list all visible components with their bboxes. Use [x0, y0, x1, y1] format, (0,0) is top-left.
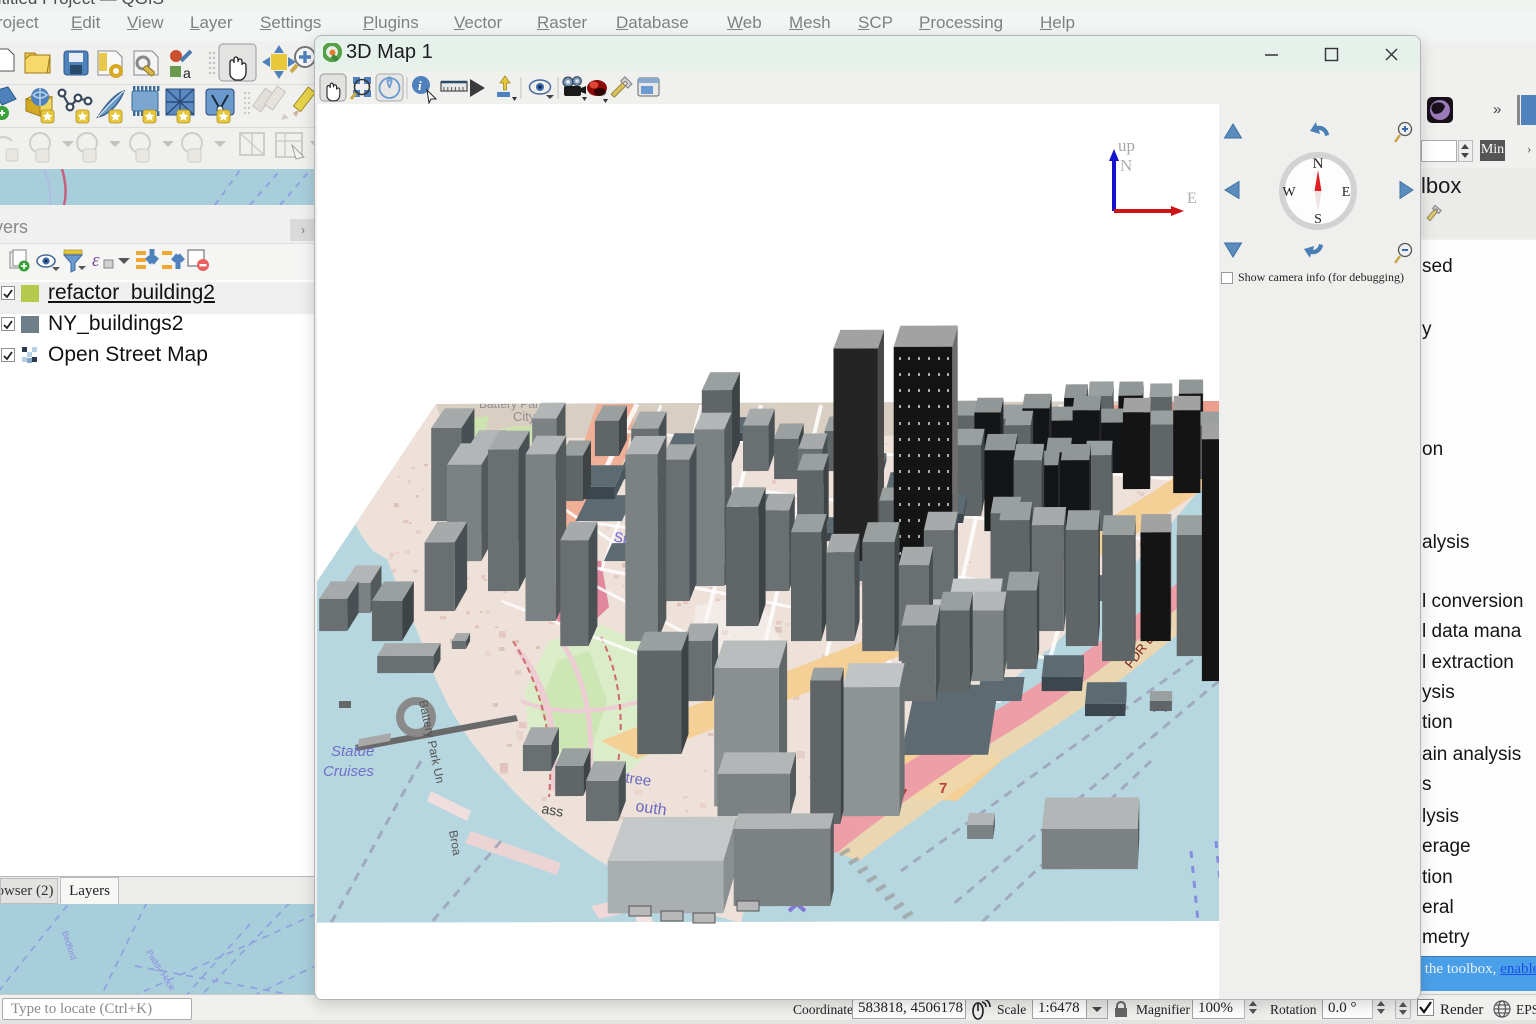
svg-text:Statue: Statue	[331, 743, 374, 760]
svg-text:7: 7	[939, 780, 947, 797]
svg-text:E: E	[1342, 185, 1351, 200]
svg-text:S: S	[1314, 212, 1322, 227]
svg-text:Bedford: Bedford	[60, 930, 79, 962]
svg-text:a: a	[183, 65, 191, 81]
svg-text:Cruises: Cruises	[323, 763, 374, 780]
svg-text:i: i	[418, 78, 422, 93]
svg-text:W: W	[1282, 185, 1296, 200]
svg-text:up: up	[1118, 136, 1135, 155]
svg-text:»: »	[1493, 101, 1501, 118]
svg-text:E: E	[1187, 190, 1197, 207]
svg-text:ε: ε	[92, 250, 100, 271]
svg-text:Paddy Hook: Paddy Hook	[144, 948, 177, 993]
svg-text:N: N	[1120, 156, 1132, 175]
svg-text:N: N	[1313, 156, 1324, 172]
